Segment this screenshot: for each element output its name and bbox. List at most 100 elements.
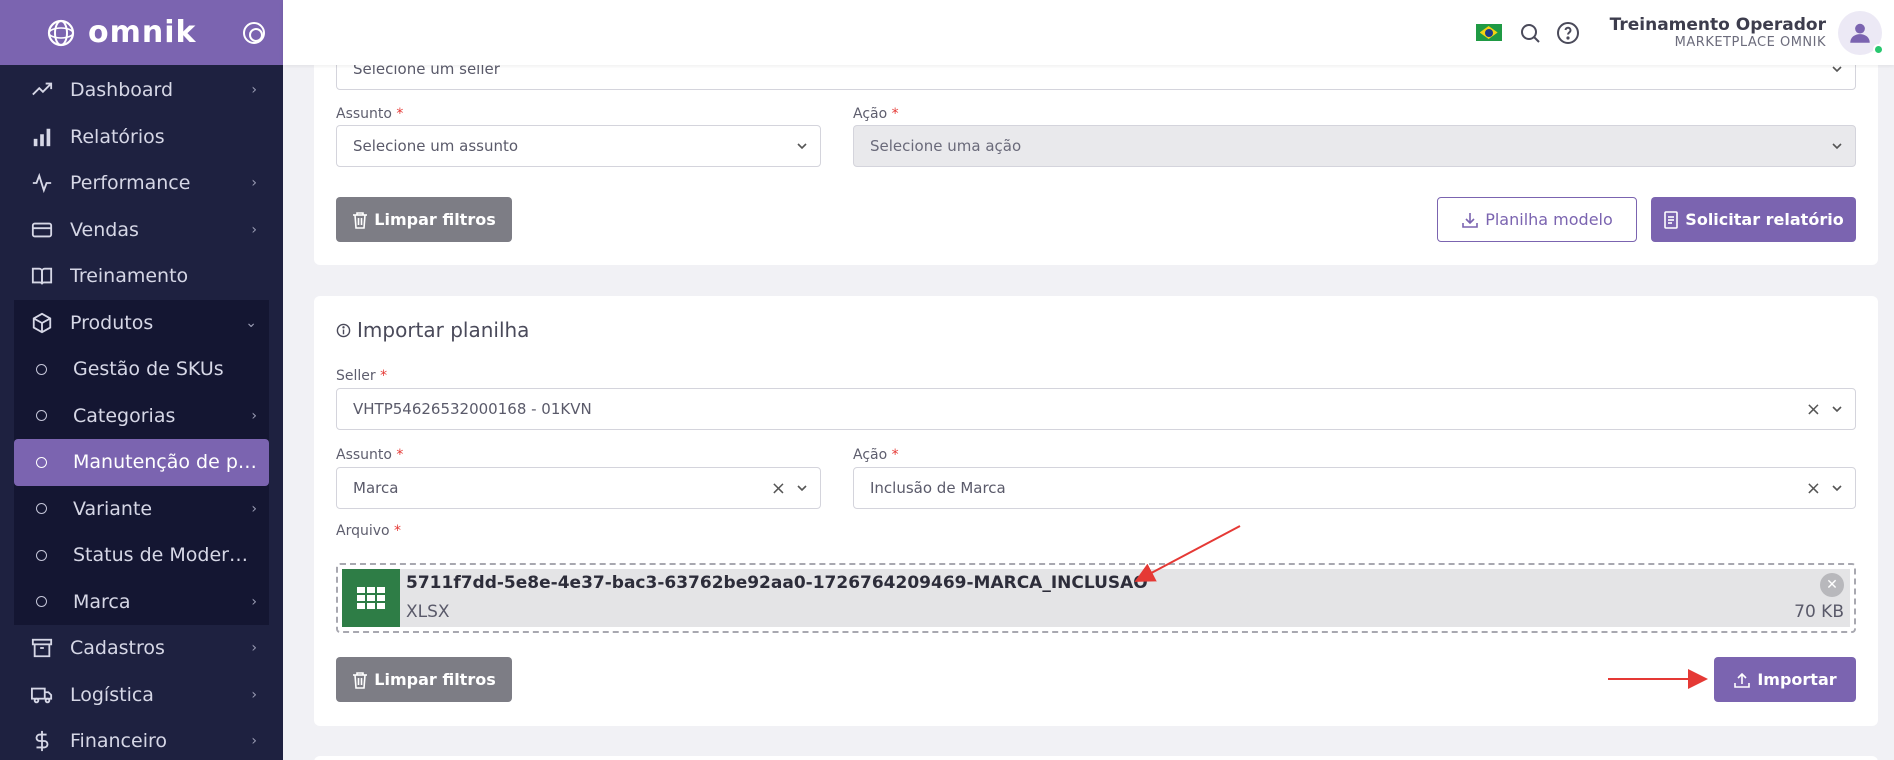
request-report-button[interactable]: Solicitar relatório bbox=[1651, 197, 1856, 242]
chevron-right-icon: › bbox=[251, 686, 257, 703]
template-spreadsheet-button[interactable]: Planilha modelo bbox=[1437, 197, 1637, 242]
chevron-right-icon: › bbox=[251, 733, 257, 750]
help-icon[interactable] bbox=[1556, 21, 1580, 45]
activity-icon bbox=[30, 171, 54, 195]
omnik-logo-icon bbox=[47, 19, 75, 46]
avatar[interactable] bbox=[1838, 10, 1884, 55]
download-icon bbox=[1462, 212, 1479, 228]
remove-file-icon[interactable]: ✕ bbox=[1820, 573, 1844, 597]
sidebar-subitem-label: Variante bbox=[73, 497, 153, 520]
sidebar-subitem-label: Status de Moderaç... bbox=[73, 544, 257, 567]
credit-card-icon bbox=[30, 218, 54, 242]
sidebar-item-financeiro[interactable]: Financeiro › bbox=[0, 718, 283, 760]
sidebar-item-label: Logística bbox=[70, 683, 154, 706]
assunto-select[interactable]: Selecione um assunto bbox=[336, 125, 821, 167]
arquivo-label: Arquivo * bbox=[336, 523, 402, 539]
sidebar-item-produtos[interactable]: Produtos ⌄ bbox=[14, 299, 269, 346]
import-assunto-value: Marca bbox=[353, 479, 399, 497]
trending-up-icon bbox=[30, 78, 54, 102]
import-button[interactable]: Importar bbox=[1714, 657, 1856, 702]
clear-icon[interactable]: × bbox=[1806, 478, 1821, 499]
sidebar-item-label: Performance bbox=[70, 172, 191, 195]
sidebar-item-dashboard[interactable]: Dashboard › bbox=[0, 67, 283, 114]
sidebar-nav: Dashboard › Relatórios Performance › Ven… bbox=[0, 65, 283, 760]
sidebar-toggle-icon[interactable] bbox=[243, 21, 265, 44]
sidebar: omnik Dashboard › Relatórios Performance… bbox=[0, 0, 283, 760]
circle-icon bbox=[36, 456, 47, 468]
chevron-right-icon: › bbox=[251, 640, 257, 657]
sidebar-item-label: Produtos bbox=[70, 311, 154, 334]
import-seller-select[interactable]: VHTP54626532000168 - 01KVN × bbox=[336, 388, 1856, 430]
box-icon bbox=[30, 311, 54, 335]
clear-icon[interactable]: × bbox=[1806, 399, 1821, 420]
chevron-down-icon bbox=[797, 143, 807, 150]
sidebar-subitem-marca[interactable]: Marca › bbox=[14, 579, 269, 626]
assunto-label: Assunto * bbox=[336, 106, 404, 122]
brazil-flag-icon[interactable] bbox=[1475, 24, 1502, 41]
file-type: XLSX bbox=[406, 602, 450, 622]
acao-select-value: Selecione uma ação bbox=[870, 137, 1022, 155]
user-name: Treinamento Operador bbox=[1609, 15, 1826, 35]
seller-label: Seller * bbox=[336, 368, 388, 384]
clear-icon[interactable]: × bbox=[771, 478, 786, 499]
brand-logo[interactable]: omnik bbox=[42, 15, 196, 50]
chevron-down-icon bbox=[1832, 406, 1842, 413]
import-acao-select[interactable]: Inclusão de Marca × bbox=[853, 467, 1856, 509]
import-assunto-select[interactable]: Marca × bbox=[336, 467, 821, 509]
import-button-label: Importar bbox=[1757, 670, 1837, 689]
import-clear-filters-button[interactable]: Limpar filtros bbox=[336, 657, 512, 702]
sidebar-subitem-status-moderacao[interactable]: Status de Moderaç... bbox=[14, 532, 269, 579]
document-icon bbox=[1664, 210, 1679, 229]
request-report-label: Solicitar relatório bbox=[1685, 210, 1844, 229]
sidebar-item-treinamento[interactable]: Treinamento bbox=[0, 253, 283, 300]
template-spreadsheet-label: Planilha modelo bbox=[1485, 210, 1613, 229]
chevron-right-icon: › bbox=[251, 593, 257, 610]
book-open-icon bbox=[30, 264, 54, 288]
next-card bbox=[314, 756, 1878, 760]
sidebar-subitem-label: Marca bbox=[73, 590, 131, 613]
user-role: MARKETPLACE OMNIK bbox=[1674, 35, 1826, 50]
import-spreadsheet-card: Importar planilha Seller * VHTP546265320… bbox=[314, 296, 1878, 726]
import-acao-label: Ação * bbox=[853, 447, 899, 463]
online-status-dot bbox=[1873, 43, 1884, 55]
trash-icon bbox=[353, 211, 368, 229]
archive-icon bbox=[30, 636, 54, 660]
import-seller-value: VHTP54626532000168 - 01KVN bbox=[353, 400, 592, 418]
sidebar-item-relatorios[interactable]: Relatórios bbox=[0, 114, 283, 161]
circle-icon bbox=[36, 410, 47, 422]
sidebar-subitem-manutencao[interactable]: Manutenção de pro... bbox=[14, 439, 269, 486]
sidebar-item-label: Treinamento bbox=[70, 265, 189, 288]
uploaded-file: 5711f7dd-5e8e-4e37-bac3-63762be92aa0-172… bbox=[342, 569, 1850, 627]
sidebar-subitem-categorias[interactable]: Categorias › bbox=[14, 393, 269, 440]
acao-select: Selecione uma ação bbox=[853, 125, 1856, 167]
sidebar-subitem-label: Manutenção de pro... bbox=[73, 451, 257, 474]
sidebar-item-label: Financeiro bbox=[70, 730, 167, 753]
file-dropzone[interactable]: 5711f7dd-5e8e-4e37-bac3-63762be92aa0-172… bbox=[336, 563, 1856, 633]
user-info[interactable]: Treinamento Operador MARKETPLACE OMNIK bbox=[1610, 15, 1826, 50]
sidebar-item-performance[interactable]: Performance › bbox=[0, 160, 283, 207]
user-icon bbox=[1850, 23, 1870, 43]
import-clear-filters-label: Limpar filtros bbox=[374, 670, 496, 689]
import-card-title: Importar planilha bbox=[336, 318, 529, 342]
chevron-right-icon: › bbox=[251, 175, 257, 192]
sidebar-item-label: Relatórios bbox=[70, 125, 165, 148]
sidebar-item-cadastros[interactable]: Cadastros › bbox=[0, 625, 283, 672]
sidebar-subitem-variante[interactable]: Variante › bbox=[14, 486, 269, 533]
truck-icon bbox=[30, 683, 54, 707]
sidebar-item-label: Cadastros bbox=[70, 637, 165, 660]
chevron-right-icon: › bbox=[251, 500, 257, 517]
dollar-icon bbox=[30, 729, 54, 753]
sidebar-item-vendas[interactable]: Vendas › bbox=[0, 207, 283, 254]
chevron-down-icon bbox=[797, 485, 807, 492]
sidebar-subitem-gestao-skus[interactable]: Gestão de SKUs bbox=[14, 346, 269, 393]
sidebar-item-logistica[interactable]: Logística › bbox=[0, 672, 283, 719]
trash-icon bbox=[353, 671, 368, 689]
chevron-right-icon: › bbox=[251, 221, 257, 238]
info-icon bbox=[336, 323, 351, 337]
sidebar-item-label: Vendas bbox=[70, 218, 139, 241]
report-filters-card: Selecione um seller Assunto * Selecione … bbox=[314, 40, 1878, 265]
search-icon[interactable] bbox=[1518, 21, 1542, 45]
clear-filters-button[interactable]: Limpar filtros bbox=[336, 197, 512, 242]
circle-icon bbox=[36, 549, 47, 561]
sidebar-item-label: Dashboard bbox=[70, 79, 174, 102]
